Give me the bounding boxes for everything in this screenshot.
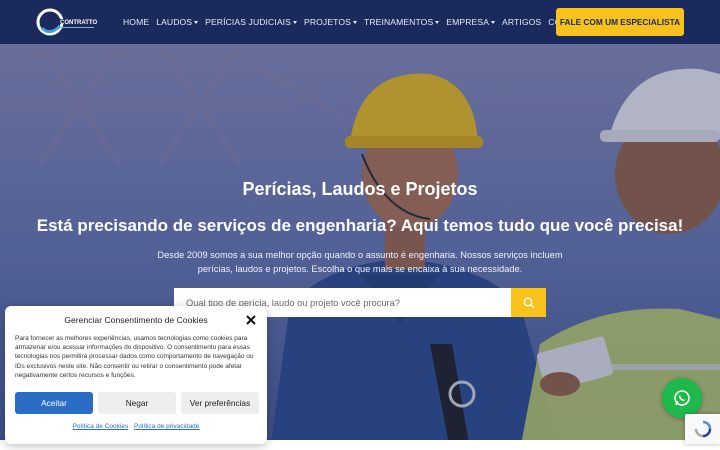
nav-item-label: PERÍCIAS JUDICIAIS (205, 17, 291, 27)
nav-item-treinamentos[interactable]: TREINAMENTOS (363, 17, 440, 27)
nav-item-label: ARTIGOS (502, 17, 542, 27)
cookie-dialog-title: Gerenciar Consentimento de Cookies (64, 315, 208, 325)
close-icon[interactable] (245, 314, 257, 326)
logo[interactable]: CONTRATTO (36, 6, 102, 38)
chevron-down-icon (194, 20, 199, 24)
whatsapp-icon (674, 390, 690, 406)
hero-subtitle: Está precisando de serviços de engenhari… (36, 216, 684, 235)
whatsapp-button[interactable] (662, 378, 702, 418)
contact-specialist-button[interactable]: FALE COM UM ESPECIALISTA (556, 8, 684, 36)
nav-item-label: TREINAMENTOS (363, 17, 434, 27)
nav-item-label: EMPRESA (446, 17, 490, 27)
privacy-policy-link[interactable]: Política de privacidade (134, 423, 199, 430)
chevron-down-icon (293, 20, 297, 24)
view-preferences-button[interactable]: Ver preferências (181, 392, 259, 414)
nav-item-label: LAUDOS (156, 17, 193, 27)
cookie-consent-dialog: Gerenciar Consentimento de Cookies Para … (5, 306, 267, 444)
accept-cookies-button[interactable]: Aceitar (15, 392, 93, 414)
search-icon (523, 297, 534, 308)
nav-item-label: PROJETOS (304, 17, 351, 27)
svg-text:CONTRATTO: CONTRATTO (60, 20, 97, 26)
nav-item-empresa[interactable]: EMPRESA (446, 17, 496, 27)
chevron-down-icon (435, 20, 440, 24)
hero-title: Perícias, Laudos e Projetos (242, 179, 478, 199)
cookie-buttons: Aceitar Negar Ver preferências (15, 392, 259, 414)
main-nav: HOME LAUDOS PERÍCIAS JUDICIAIS PROJETOS TREI… (123, 0, 603, 44)
recaptcha-icon (694, 420, 711, 438)
deny-cookies-button[interactable]: Negar (98, 392, 176, 414)
hero-description: Desde 2009 somos a sua melhor opção quan… (157, 250, 563, 274)
cookie-links: Política de Cookies Política de privacid… (5, 423, 267, 430)
nav-item-home[interactable]: HOME (123, 17, 149, 27)
site-header: CONTRATTO HOME LAUDOS PERÍCIAS JUDICIAIS PR… (0, 0, 720, 44)
nav-item-projetos[interactable]: PROJETOS (304, 17, 357, 27)
cookie-policy-link[interactable]: Política de Cookies (73, 423, 129, 430)
recaptcha-badge[interactable] (685, 414, 720, 444)
search-button[interactable] (511, 288, 546, 317)
chevron-down-icon (491, 20, 496, 24)
cookie-dialog-text: Para fornecer as melhores experiências, … (15, 335, 254, 379)
chevron-down-icon (352, 20, 357, 24)
nav-item-laudos[interactable]: LAUDOS (156, 17, 199, 27)
nav-item-per-cias-judiciais[interactable]: PERÍCIAS JUDICIAIS (205, 17, 297, 27)
nav-item-label: HOME (123, 17, 150, 27)
nav-item-artigos[interactable]: ARTIGOS (502, 17, 541, 27)
